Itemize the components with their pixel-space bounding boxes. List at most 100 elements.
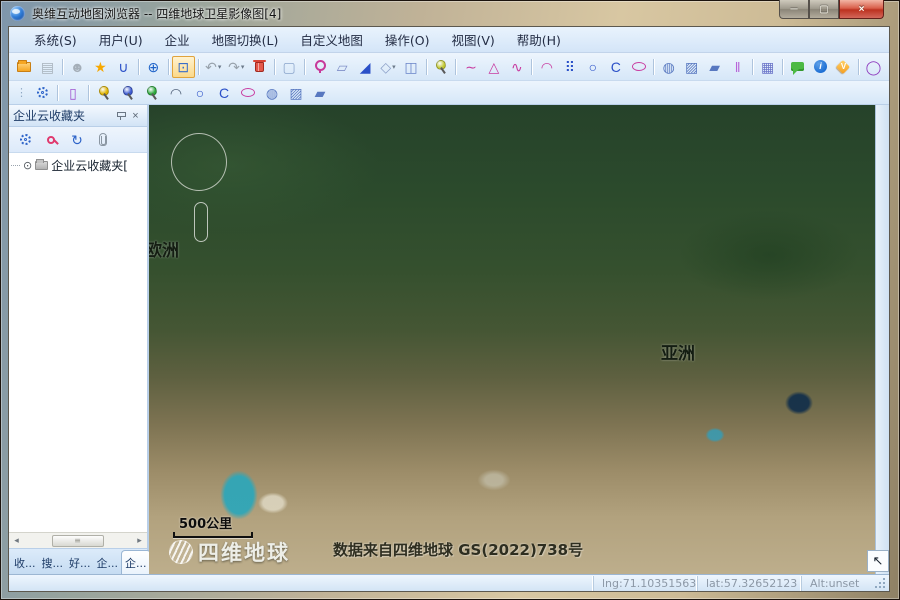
filled-polygon-icon[interactable]: ▰ xyxy=(703,56,726,78)
delete-icon[interactable] xyxy=(248,56,271,78)
status-altitude: Alt:unset xyxy=(801,576,871,591)
drawn-circle-overlay[interactable] xyxy=(171,133,227,191)
polygon-tool-icon[interactable]: ◇▾ xyxy=(377,56,400,78)
circle-icon[interactable]: ○ xyxy=(581,56,604,78)
menu-system[interactable]: 系统(S) xyxy=(23,27,88,52)
arc2-icon[interactable]: ◠ xyxy=(164,82,188,104)
area-ruler-icon[interactable]: ◢ xyxy=(354,56,377,78)
panel-attach-icon[interactable] xyxy=(92,130,114,150)
filled-circle2-icon[interactable]: ◍ xyxy=(260,82,284,104)
menu-custom-map[interactable]: 自定义地图 xyxy=(289,27,374,52)
dropdown-caret-icon[interactable]: ▾ xyxy=(218,63,222,71)
globe-icon[interactable]: ⊕ xyxy=(142,56,165,78)
fullscreen-arrow-button[interactable]: ↖ xyxy=(867,550,889,572)
toolbar-separator xyxy=(858,59,859,75)
minimize-button[interactable]: ─ xyxy=(779,0,809,19)
new-doc-icon[interactable]: ▯ xyxy=(61,82,85,104)
parallel-lines-icon[interactable]: ‖ xyxy=(726,56,749,78)
filled-circle-icon[interactable]: ◍ xyxy=(657,56,680,78)
menu-user[interactable]: 用户(U) xyxy=(88,27,154,52)
drawn-capsule-overlay[interactable] xyxy=(194,202,208,242)
panel-pin-button[interactable] xyxy=(113,108,128,123)
tab-enterprise-1[interactable]: 企... xyxy=(94,552,122,574)
ellipse2-icon[interactable] xyxy=(236,82,260,104)
panel-close-button[interactable]: × xyxy=(128,108,143,123)
title-bar[interactable]: 奥维互动地图浏览器 -- 四维地球卫星影像图[4] xyxy=(0,0,900,26)
tab-enterprise-2[interactable]: 企... xyxy=(121,550,151,574)
provider-watermark: 四维地球 xyxy=(169,537,290,567)
status-bar: lng:71.10351563 lat:57.32652123 Alt:unse… xyxy=(9,574,889,591)
eraser-icon[interactable]: ▱ xyxy=(331,56,354,78)
menu-view[interactable]: 视图(V) xyxy=(440,27,505,52)
dropdown-caret-icon[interactable]: ▾ xyxy=(392,63,396,71)
vip-icon[interactable]: V xyxy=(832,56,855,78)
scroll-left-arrow-icon[interactable]: ◂ xyxy=(9,534,24,548)
map-canvas[interactable]: 欧洲 亚洲 500公里 四维地球 数据来自四维地球 GS(2022)738号 xyxy=(149,105,875,574)
tab-favorites[interactable]: 收... xyxy=(11,552,39,574)
restore-button[interactable]: ▢ xyxy=(809,0,839,19)
info-icon[interactable]: i xyxy=(809,56,832,78)
circle3-icon[interactable]: ○ xyxy=(188,82,212,104)
polyline-icon[interactable]: ∼ xyxy=(459,56,482,78)
toolbar-separator xyxy=(168,59,169,75)
redo-icon[interactable]: ↷▾ xyxy=(225,56,248,78)
message-icon[interactable] xyxy=(786,56,809,78)
panel-tab-strip: 收...搜...好...企...企... xyxy=(9,548,147,574)
menu-enterprise[interactable]: 企业 xyxy=(154,27,201,52)
undo-icon[interactable]: ↶▾ xyxy=(202,56,225,78)
dropdown-caret-icon[interactable]: ▾ xyxy=(241,63,245,71)
panel-gear-icon[interactable] xyxy=(14,130,36,150)
arc-icon[interactable]: ◠ xyxy=(535,56,558,78)
scrollbar-track[interactable]: ≡ xyxy=(24,534,132,548)
placemark-icon[interactable] xyxy=(308,56,331,78)
ellipse-icon[interactable] xyxy=(627,56,650,78)
panel-refresh-icon[interactable]: ↻ xyxy=(66,130,88,150)
pushpin-yellow-icon[interactable] xyxy=(92,82,116,104)
users-icon[interactable]: ☻ xyxy=(66,56,89,78)
filled-rect-icon[interactable]: ▨ xyxy=(680,56,703,78)
save-icon[interactable]: ▤ xyxy=(36,56,59,78)
tab-search[interactable]: 搜... xyxy=(39,552,67,574)
angle-icon[interactable]: △ xyxy=(482,56,505,78)
marquee-select-icon[interactable]: ▢ xyxy=(278,56,301,78)
pushpin-icon[interactable] xyxy=(430,56,453,78)
menu-operate[interactable]: 操作(O) xyxy=(374,27,441,52)
menu-map-switch[interactable]: 地图切换(L) xyxy=(201,27,290,52)
pushpin-blue-icon[interactable] xyxy=(116,82,140,104)
menu-help[interactable]: 帮助(H) xyxy=(506,27,572,52)
scrollbar-thumb[interactable]: ≡ xyxy=(52,535,104,547)
camera-icon[interactable]: ◫ xyxy=(400,56,423,78)
toolbar-separator xyxy=(455,59,456,75)
tab-friends[interactable]: 好... xyxy=(66,552,94,574)
app-logo-icon xyxy=(10,6,25,21)
table-icon[interactable]: ▦ xyxy=(756,56,779,78)
filled-polygon2-icon[interactable]: ▰ xyxy=(308,82,332,104)
horizontal-scrollbar: ◂ ≡ ▸ xyxy=(9,532,147,548)
open-circle2-icon[interactable]: C xyxy=(212,82,236,104)
resize-grip-icon[interactable] xyxy=(871,576,887,590)
status-latitude: lat:57.32652123 xyxy=(697,576,801,591)
tree-item[interactable]: ⊙ 企业云收藏夹[ xyxy=(11,157,147,174)
menu-bar: 系统(S)用户(U)企业地图切换(L)自定义地图操作(O)视图(V)帮助(H) xyxy=(9,27,889,53)
circle2-icon[interactable]: ◯ xyxy=(862,56,885,78)
map-container: 欧洲 亚洲 500公里 四维地球 数据来自四维地球 GS(2022)738号 ↖ xyxy=(149,105,889,574)
panel-search-icon[interactable] xyxy=(40,130,62,150)
crop-tool-icon[interactable]: ⊡ xyxy=(172,56,195,78)
toolbar-separator xyxy=(304,59,305,75)
panel-toolbar: ↻ xyxy=(9,127,147,153)
visibility-eye-icon[interactable]: ⊙ xyxy=(23,159,32,172)
toolbar-separator xyxy=(88,85,89,101)
open-circle-icon[interactable]: C xyxy=(604,56,627,78)
map-attribution: 数据来自四维地球 GS(2022)738号 xyxy=(333,539,583,560)
curve-icon[interactable]: ∿ xyxy=(505,56,528,78)
favorites-star-icon[interactable]: ★ xyxy=(89,56,112,78)
pushpin-green-icon[interactable] xyxy=(140,82,164,104)
scatter-points-icon[interactable]: ⠿ xyxy=(558,56,581,78)
settings-gear-icon[interactable] xyxy=(30,82,54,104)
filled-rect2-icon[interactable]: ▨ xyxy=(284,82,308,104)
open-folder-icon[interactable] xyxy=(13,56,36,78)
close-button[interactable]: × xyxy=(839,0,884,19)
provider-name: 四维地球 xyxy=(198,537,290,567)
scroll-right-arrow-icon[interactable]: ▸ xyxy=(132,534,147,548)
track-icon[interactable]: ∪ xyxy=(112,56,135,78)
